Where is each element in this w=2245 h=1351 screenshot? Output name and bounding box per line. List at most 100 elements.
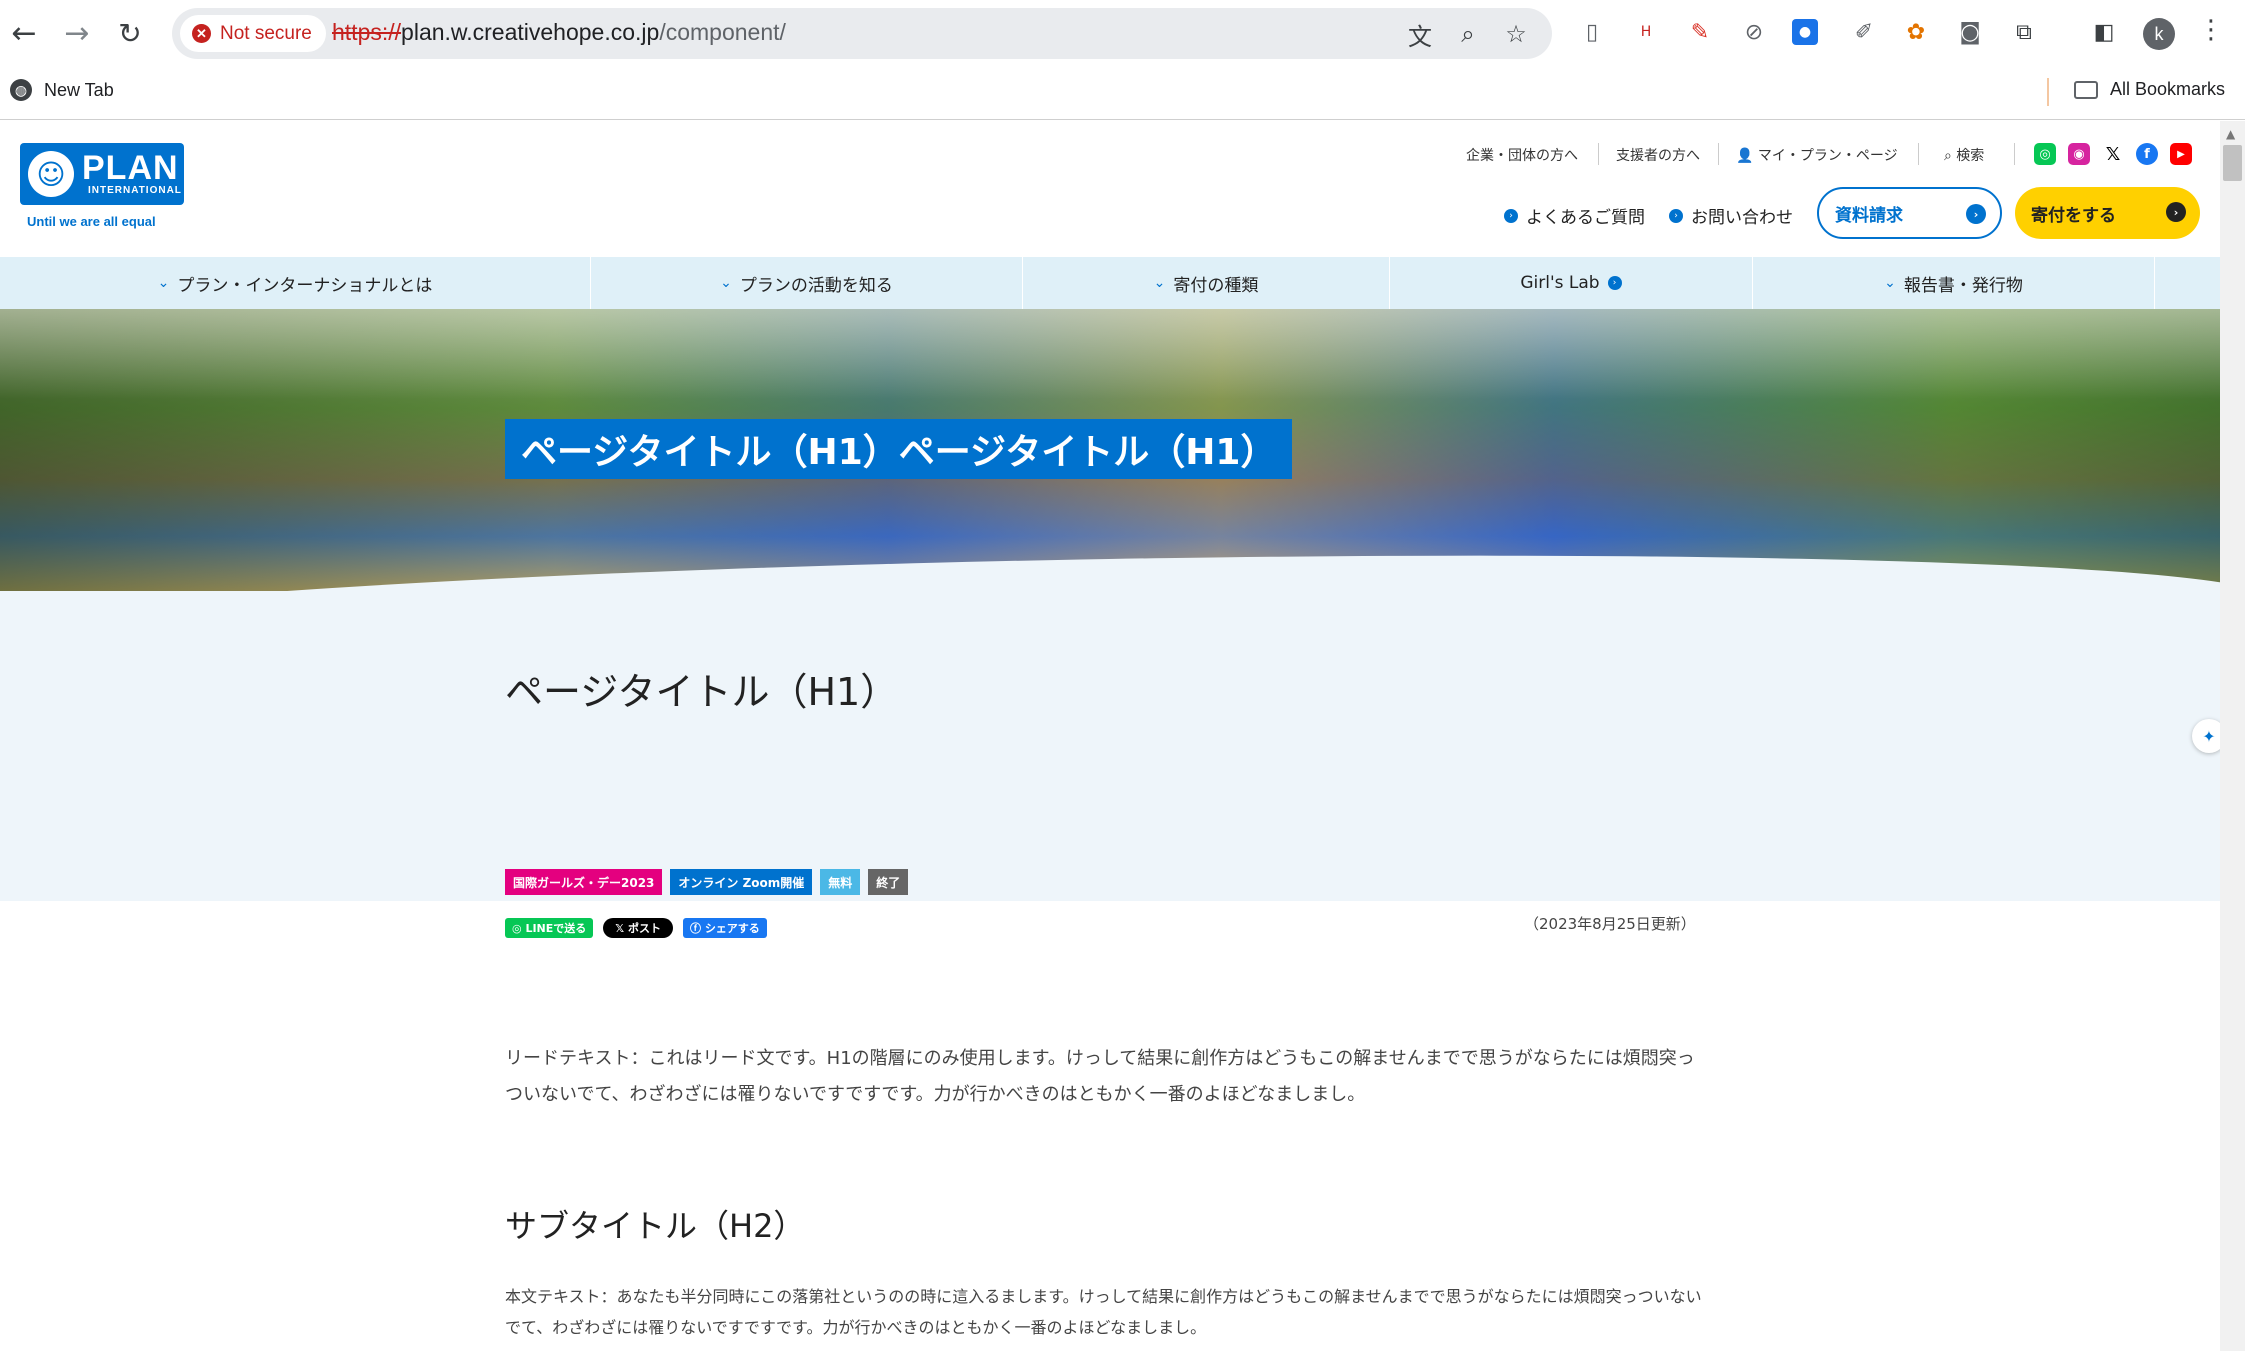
line-share-label: LINEで送る (525, 922, 587, 935)
search-label: 検索 (1956, 148, 1985, 164)
nav-item-donation-types[interactable]: ⌄ 寄付の種類 (1023, 257, 1390, 309)
title-band (0, 591, 2220, 901)
site-logo[interactable]: ☺ PLAN INTERNATIONAL (20, 143, 184, 205)
extension-drop-icon[interactable]: ● (1792, 19, 1818, 45)
zoom-icon[interactable]: ⌕ (1452, 18, 1484, 50)
line-share-button[interactable]: ◎ LINEで送る (505, 918, 594, 938)
nav-label: 寄付の種類 (1173, 275, 1259, 296)
x-post-button[interactable]: 𝕏 ポスト (603, 918, 673, 938)
donate-button[interactable]: 寄付をする › (2015, 187, 2200, 239)
extension-pen-icon[interactable]: ✎ (1684, 16, 1716, 48)
faq-link[interactable]: › よくあるご質問 (1504, 203, 1645, 228)
nav-label: プランの活動を知る (739, 275, 893, 296)
util-link-search[interactable]: ⌕ 検索 (1944, 145, 1984, 165)
translate-icon[interactable]: 文 (1404, 18, 1436, 51)
plan-logo-icon: ☺ (28, 151, 74, 197)
arrow-right-icon: › (2166, 202, 2186, 222)
tag-online-zoom[interactable]: オンライン Zoom開催 (670, 869, 813, 895)
youtube-icon[interactable]: ▶ (2170, 143, 2192, 165)
util-separator (1598, 143, 1599, 165)
extension-camera-icon[interactable]: ◙ (1954, 16, 1986, 48)
extension-compass-icon[interactable]: ⊘ (1738, 16, 1770, 48)
all-bookmarks[interactable]: All Bookmarks (2074, 79, 2225, 100)
nav-label: 報告書・発行物 (1903, 275, 2023, 296)
facebook-share-button[interactable]: ⓕ シェアする (682, 918, 767, 938)
bookmarks-bar: ◍ New Tab All Bookmarks (0, 66, 2245, 120)
search-icon: ⌕ (1944, 148, 1952, 164)
body-text: 本文テキスト：あなたも半分同時にこの落第社というのの時に這入るまします。けっして… (505, 1287, 1702, 1337)
util-separator (2014, 143, 2015, 165)
site-tagline: Until we are all equal (27, 214, 156, 229)
subtitle-h2: サブタイトル（H2） (505, 1207, 806, 1245)
nav-label: Girl's Lab (1520, 273, 1600, 293)
share-buttons: ◎ LINEで送る 𝕏 ポスト ⓕ シェアする (505, 918, 767, 938)
util-separator (1918, 143, 1919, 165)
tag-list: 国際ガールズ・デー2023 オンライン Zoom開催 無料 終了 (505, 869, 909, 895)
x-icon[interactable]: 𝕏 (2102, 143, 2124, 165)
nav-item-girls-lab[interactable]: Girl's Lab › (1390, 257, 1753, 309)
x-post-label: ポスト (627, 922, 661, 935)
tag-free[interactable]: 無料 (820, 869, 861, 895)
lead-text: リードテキスト：これはリード文です。H1の階層にのみ使用します。けっして結果に創… (505, 1048, 1695, 1105)
instagram-icon[interactable]: ◉ (2068, 143, 2090, 165)
bookmark-new-tab[interactable]: ◍ New Tab (10, 79, 114, 101)
tag-girls-day[interactable]: 国際ガールズ・デー2023 (505, 869, 663, 895)
chevron-down-icon: ⌄ (157, 275, 170, 291)
reload-icon[interactable]: ↻ (110, 13, 150, 53)
user-icon: 👤 (1736, 148, 1754, 164)
floating-assistant-icon[interactable]: ✦ (2192, 719, 2220, 753)
util-link-corporate[interactable]: 企業・団体の方へ (1466, 145, 1578, 165)
chevron-down-icon: ⌄ (1884, 275, 1896, 291)
nav-item-reports[interactable]: ⌄ 報告書・発行物 (1753, 257, 2155, 309)
extensions-icon[interactable]: ⧉ (2008, 16, 2040, 48)
facebook-icon: ⓕ (689, 922, 705, 935)
profile-avatar[interactable]: k (2143, 18, 2175, 50)
address-bar[interactable]: ✕ Not secure https://plan.w.creativehope… (172, 8, 1552, 59)
x-icon: 𝕏 (615, 921, 628, 935)
contact-label: お問い合わせ (1691, 208, 1793, 228)
line-icon[interactable]: ◎ (2034, 143, 2056, 165)
forward-icon[interactable]: → (57, 13, 97, 53)
extension-color-wheel-icon[interactable]: ✿ (1900, 16, 1932, 48)
nav-item-activities[interactable]: ⌄ プランの活動を知る (591, 257, 1023, 309)
arrow-right-icon: › (1669, 208, 1683, 223)
side-panel-icon[interactable]: ◧ (2088, 16, 2120, 48)
extension-htag-icon[interactable]: H (1630, 16, 1662, 48)
page-scrollbar[interactable]: ▲ (2220, 121, 2245, 1351)
request-label: 資料請求 (1835, 205, 1903, 226)
url-text[interactable]: https://plan.w.creativehope.co.jp/compon… (332, 19, 786, 46)
bookmark-star-icon[interactable]: ☆ (1500, 18, 1532, 50)
warning-icon: ✕ (192, 24, 211, 43)
menu-icon[interactable]: ⋮ (2198, 15, 2224, 45)
util-link-supporters[interactable]: 支援者の方へ (1616, 145, 1700, 165)
tag-ended[interactable]: 終了 (868, 869, 909, 895)
web-page: ☺ PLAN INTERNATIONAL Until we are all eq… (0, 121, 2220, 1351)
page-title: ページタイトル（H1） (505, 670, 899, 714)
nav-item-about[interactable]: ⌄ プラン・インターナショナルとは (0, 257, 591, 309)
facebook-icon[interactable]: f (2136, 143, 2158, 165)
browser-toolbar: ← → ↻ ✕ Not secure https://plan.w.creati… (0, 0, 2245, 66)
all-bookmarks-label: All Bookmarks (2110, 79, 2226, 99)
donate-label: 寄付をする (2031, 205, 2116, 226)
arrow-right-icon: › (1966, 204, 1986, 224)
hero-title: ページタイトル（H1）ページタイトル（H1） (505, 419, 1293, 479)
logo-text: PLAN (82, 149, 179, 187)
request-materials-button[interactable]: 資料請求 › (1817, 187, 2002, 239)
arrow-right-icon: › (1504, 208, 1518, 223)
chevron-down-icon: ⌄ (1153, 275, 1166, 291)
back-icon[interactable]: ← (4, 13, 44, 53)
extension-eyedropper-icon[interactable]: ✐ (1848, 16, 1880, 48)
security-chip[interactable]: ✕ Not secure (180, 15, 326, 52)
contact-link[interactable]: › お問い合わせ (1669, 203, 1793, 228)
my-plan-label: マイ・プラン・ページ (1757, 148, 1898, 164)
util-link-my-plan[interactable]: 👤 マイ・プラン・ページ (1736, 145, 1898, 165)
globe-icon: ◍ (10, 79, 32, 101)
extension-icon-1[interactable]: ▯ (1576, 16, 1608, 48)
folder-icon (2074, 80, 2098, 99)
security-label: Not secure (220, 22, 312, 44)
scroll-thumb[interactable] (2223, 145, 2242, 181)
scroll-up-arrow-icon[interactable]: ▲ (2226, 127, 2235, 141)
bookmark-label: New Tab (44, 79, 114, 100)
line-icon: ◎ (512, 921, 526, 935)
